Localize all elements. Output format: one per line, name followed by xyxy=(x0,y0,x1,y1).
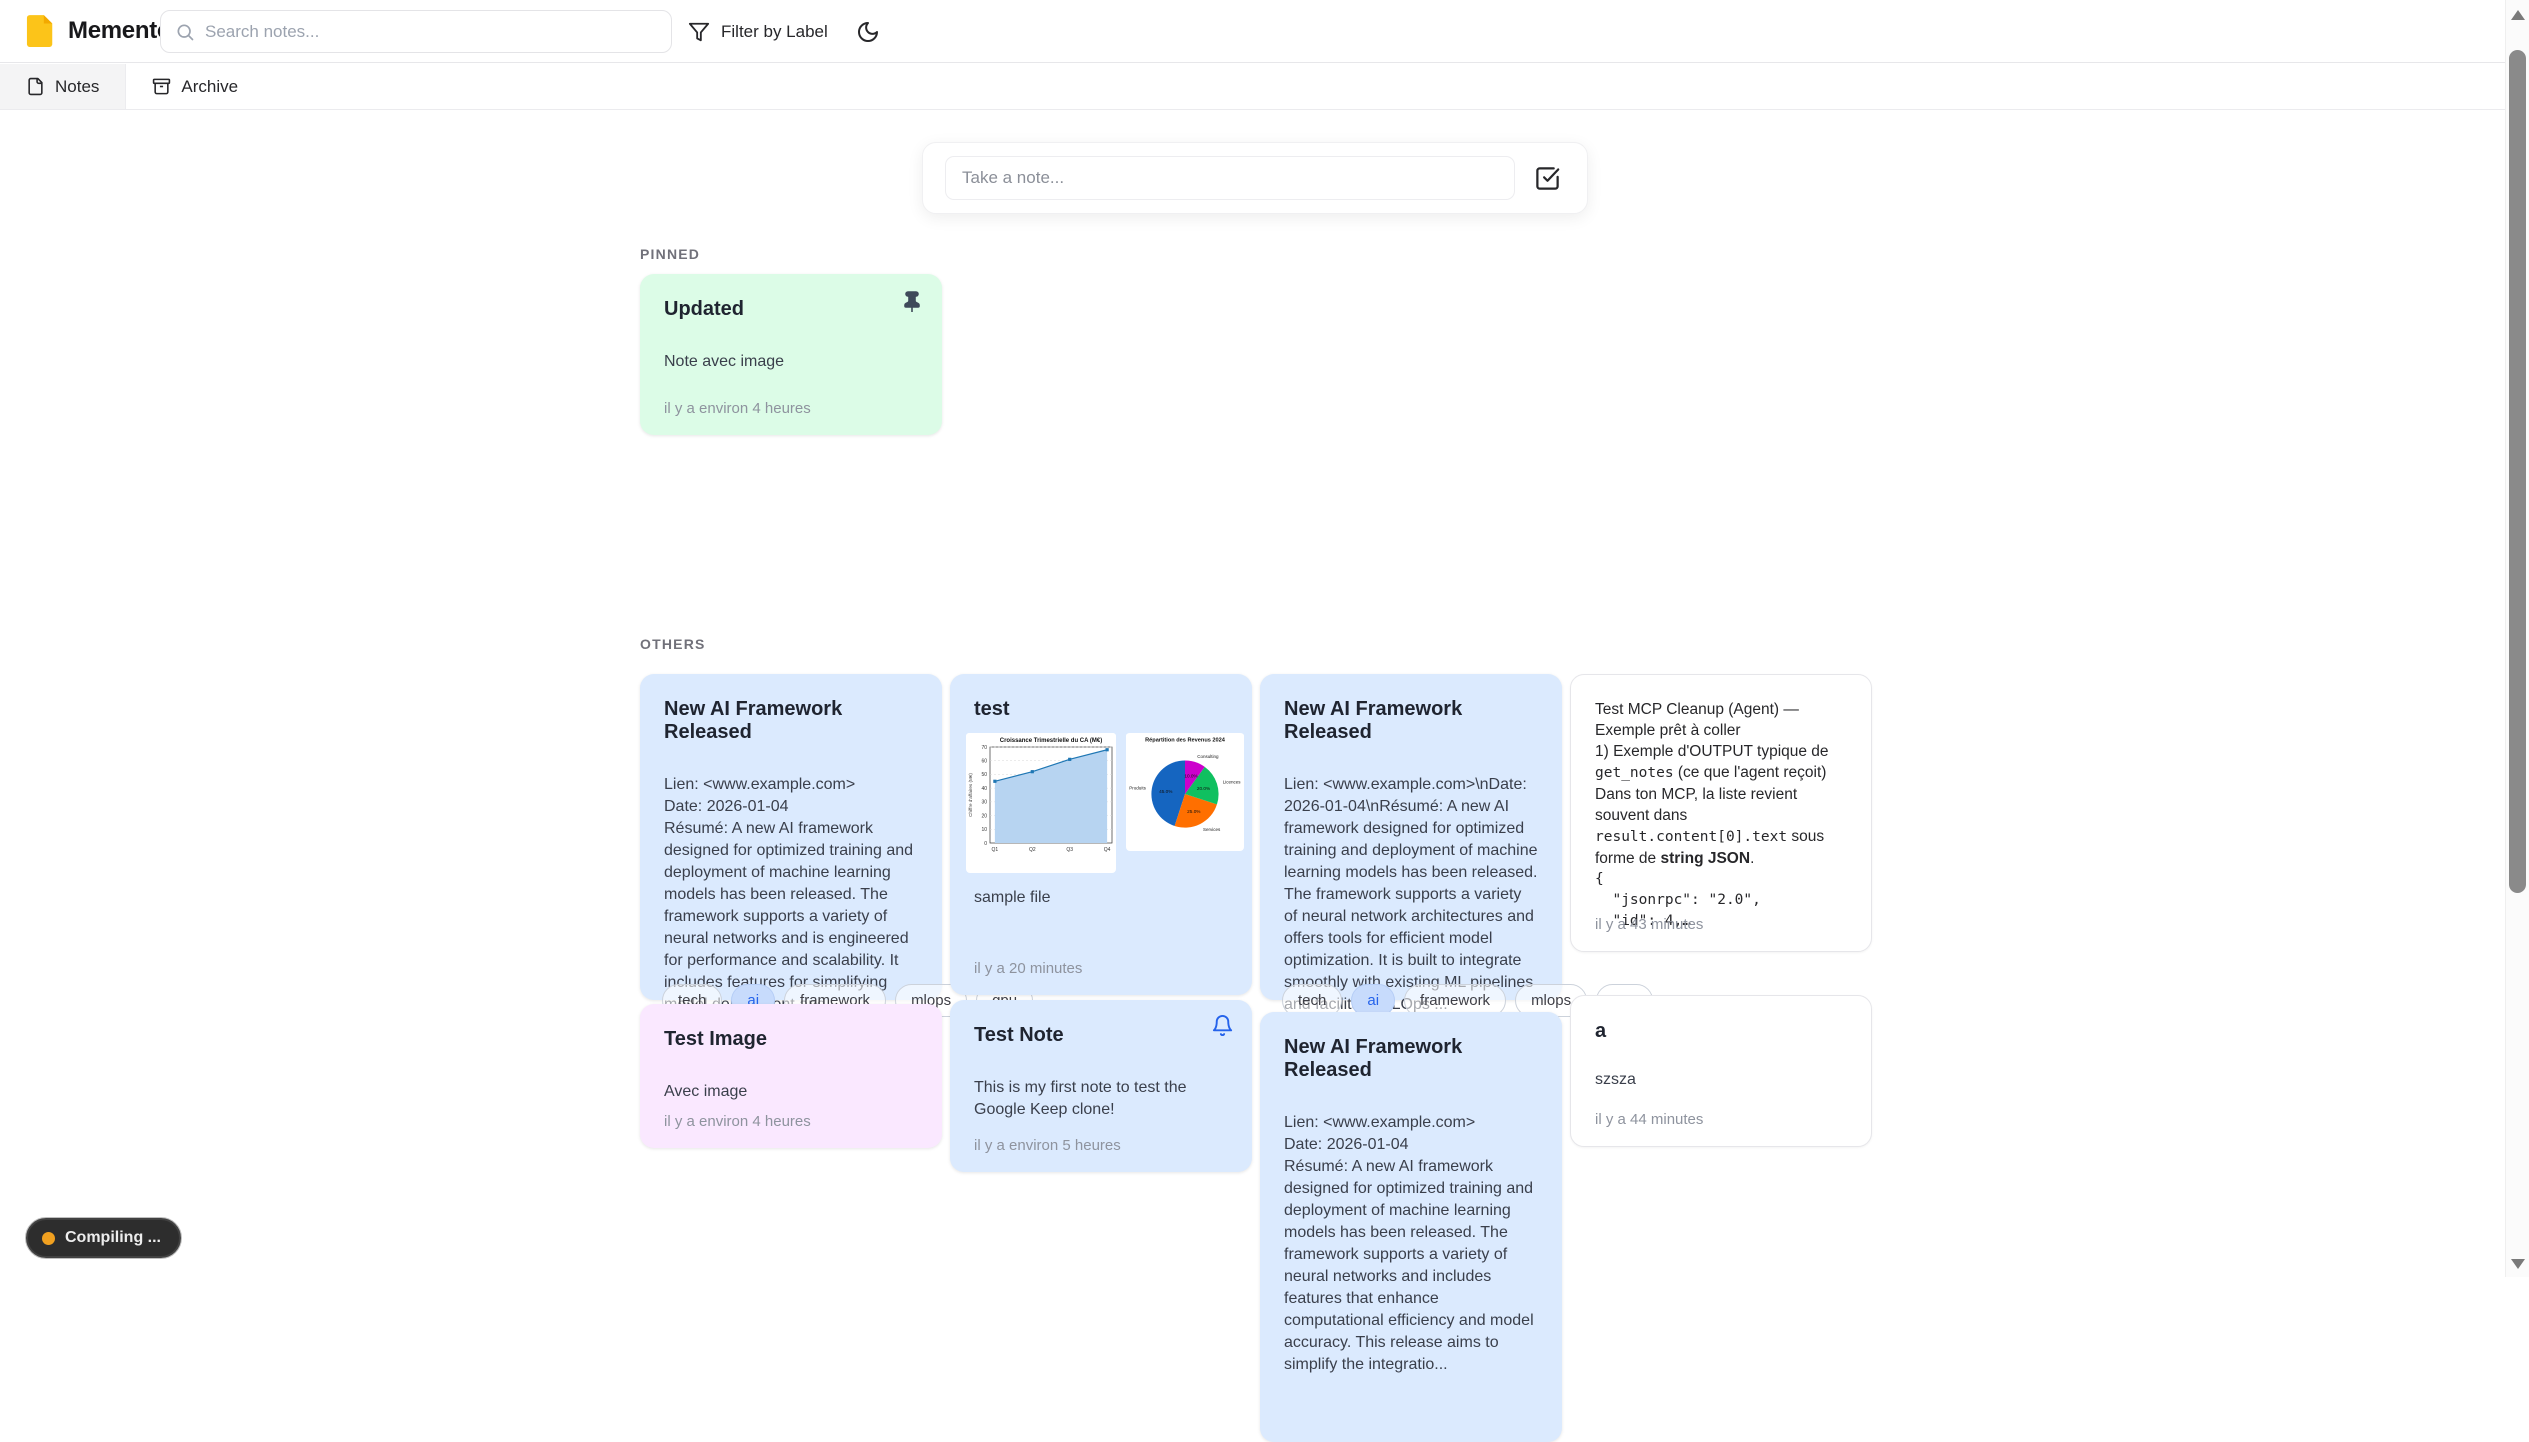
note-body: Lien: <www.example.com> Date: 2026-01-04… xyxy=(1284,1112,1538,1376)
note-title: a xyxy=(1595,1020,1847,1043)
tab-notes[interactable]: Notes xyxy=(0,64,126,109)
note-title: New AI Framework Released xyxy=(1284,698,1538,744)
search-input[interactable] xyxy=(205,22,657,42)
svg-text:50: 50 xyxy=(981,772,987,778)
filter-by-label-button[interactable]: Filter by Label xyxy=(688,12,828,52)
note-card-a[interactable]: a szsza il y a 44 minutes xyxy=(1570,995,1872,1147)
svg-text:Q4: Q4 xyxy=(1104,847,1111,853)
app-title: Memento xyxy=(68,17,171,45)
dark-mode-toggle[interactable] xyxy=(849,13,887,51)
take-a-note-input[interactable] xyxy=(945,156,1515,200)
pinned-section-label: PINNED xyxy=(640,246,700,262)
note-card-ai-framework-2[interactable]: New AI Framework Released Lien: <www.exa… xyxy=(1260,674,1562,1000)
note-body: Note avec image xyxy=(664,351,918,373)
note-composer xyxy=(922,142,1588,214)
svg-text:0: 0 xyxy=(984,841,987,847)
note-title: Test Note xyxy=(974,1024,1228,1047)
note-body: Lien: <www.example.com> Date: 2026-01-04… xyxy=(664,774,918,1016)
scroll-up-arrow-icon[interactable] xyxy=(2511,10,2525,20)
note-body: This is my first note to test the Google… xyxy=(974,1077,1228,1121)
reminder-bell-icon[interactable] xyxy=(1211,1014,1234,1037)
view-tabbar: Notes Archive xyxy=(0,64,2529,110)
note-card-ai-framework-1[interactable]: New AI Framework Released Lien: <www.exa… xyxy=(640,674,942,1000)
checkbox-icon xyxy=(1534,165,1561,192)
mcp-line3-pre: Dans ton MCP, la liste revient souvent d… xyxy=(1595,786,1797,824)
note-timestamp: il y a 44 minutes xyxy=(1595,1111,1703,1128)
note-body: sample file xyxy=(974,887,1228,909)
svg-text:20: 20 xyxy=(981,813,987,819)
search-icon xyxy=(175,22,195,42)
search-box[interactable] xyxy=(160,10,672,53)
note-title: test xyxy=(974,698,1228,721)
note-title: Test Image xyxy=(664,1028,918,1051)
svg-text:10.0%: 10.0% xyxy=(1184,773,1198,778)
mcp-line2-code: get_notes xyxy=(1595,765,1674,781)
line-chart-image[interactable]: Croissance Trimestrielle du CA (M€) 0 10 20… xyxy=(966,733,1116,873)
svg-text:Q2: Q2 xyxy=(1029,847,1036,853)
note-title: New AI Framework Released xyxy=(664,698,918,744)
status-dot-icon xyxy=(42,1232,55,1245)
svg-text:40: 40 xyxy=(981,786,987,792)
note-body: Avec image xyxy=(664,1081,918,1103)
note-timestamp: il y a environ 4 heures xyxy=(664,400,811,417)
svg-text:Licences: Licences xyxy=(1223,780,1242,785)
svg-text:60: 60 xyxy=(981,759,987,765)
mcp-line1: Test MCP Cleanup (Agent) — Exemple prêt … xyxy=(1595,701,1799,739)
note-timestamp: il y a 43 minutes xyxy=(1595,916,1703,933)
note-body: szsza xyxy=(1595,1069,1847,1091)
note-file-icon xyxy=(26,77,45,96)
note-card-updated[interactable]: Updated Note avec image il y a environ 4… xyxy=(640,274,942,435)
note-card-test-note[interactable]: Test Note This is my first note to test … xyxy=(950,1000,1252,1172)
scroll-down-arrow-icon[interactable] xyxy=(2511,1259,2525,1269)
svg-text:30: 30 xyxy=(981,800,987,806)
mcp-line2-pre: 1) Exemple d'OUTPUT typique de xyxy=(1595,743,1829,760)
status-label: Compiling ... xyxy=(65,1229,161,1247)
tab-notes-label: Notes xyxy=(55,77,99,97)
scrollbar-thumb[interactable] xyxy=(2509,50,2526,893)
add-checklist-button[interactable] xyxy=(1529,160,1565,196)
others-section-label: OTHERS xyxy=(640,636,706,652)
mcp-line3-code: result.content[0].text xyxy=(1595,829,1787,845)
note-image-attachments: Croissance Trimestrielle du CA (M€) 0 10 20… xyxy=(966,733,1236,873)
archive-icon xyxy=(152,77,171,96)
notes-grid: New AI Framework Released Lien: <www.exa… xyxy=(640,674,1880,1277)
pie-chart-image[interactable]: Répartition des Revenus 2024 45.0% Produit… xyxy=(1126,733,1244,851)
vertical-scrollbar[interactable] xyxy=(2505,0,2529,1277)
svg-text:70: 70 xyxy=(981,745,987,751)
funnel-icon xyxy=(688,21,710,43)
note-card-test-image[interactable]: Test Image Avec image il y a environ 4 h… xyxy=(640,1004,942,1148)
mcp-line3-bold: string JSON xyxy=(1660,850,1750,867)
mcp-line3-post: . xyxy=(1750,850,1754,867)
svg-text:Chiffre d'affaires (M€): Chiffre d'affaires (M€) xyxy=(968,773,973,817)
svg-text:45.0%: 45.0% xyxy=(1159,789,1173,794)
app-header: Memento Filter by Label xyxy=(0,0,2529,63)
note-card-ai-framework-3[interactable]: New AI Framework Released Lien: <www.exa… xyxy=(1260,1012,1562,1442)
pin-icon[interactable] xyxy=(900,290,924,314)
compiling-status-badge[interactable]: Compiling ... xyxy=(26,1218,181,1258)
note-timestamp: il y a environ 5 heures xyxy=(974,1137,1121,1154)
svg-text:Répartition des Revenus 2024: Répartition des Revenus 2024 xyxy=(1145,737,1226,743)
note-timestamp: il y a environ 4 heures xyxy=(664,1113,811,1130)
svg-text:Q1: Q1 xyxy=(992,847,999,853)
note-title: New AI Framework Released xyxy=(1284,1036,1538,1082)
note-timestamp: il y a 20 minutes xyxy=(974,960,1082,977)
app-logo-icon xyxy=(26,14,56,48)
svg-text:Produits: Produits xyxy=(1129,786,1146,791)
svg-text:20.0%: 20.0% xyxy=(1197,786,1211,791)
moon-icon xyxy=(856,20,880,44)
svg-text:Services: Services xyxy=(1203,827,1221,832)
svg-text:Consulting: Consulting xyxy=(1197,754,1219,759)
note-card-test[interactable]: test Croissance Trimestrielle du CA (M€)… xyxy=(950,674,1252,995)
note-body: Lien: <www.example.com>\nDate: 2026-01-0… xyxy=(1284,774,1538,1016)
filter-by-label-text: Filter by Label xyxy=(721,22,828,42)
mcp-line2-post: (ce que l'agent reçoit) xyxy=(1674,764,1827,781)
svg-text:10: 10 xyxy=(981,827,987,833)
note-title: Updated xyxy=(664,298,918,321)
svg-text:Q3: Q3 xyxy=(1066,847,1073,853)
tab-archive[interactable]: Archive xyxy=(126,64,264,109)
svg-text:Croissance Trimestrielle du CA: Croissance Trimestrielle du CA (M€) xyxy=(1000,738,1102,744)
tab-archive-label: Archive xyxy=(181,77,238,97)
svg-text:25.0%: 25.0% xyxy=(1187,809,1201,814)
note-card-mcp-cleanup[interactable]: Test MCP Cleanup (Agent) — Exemple prêt … xyxy=(1570,674,1872,952)
